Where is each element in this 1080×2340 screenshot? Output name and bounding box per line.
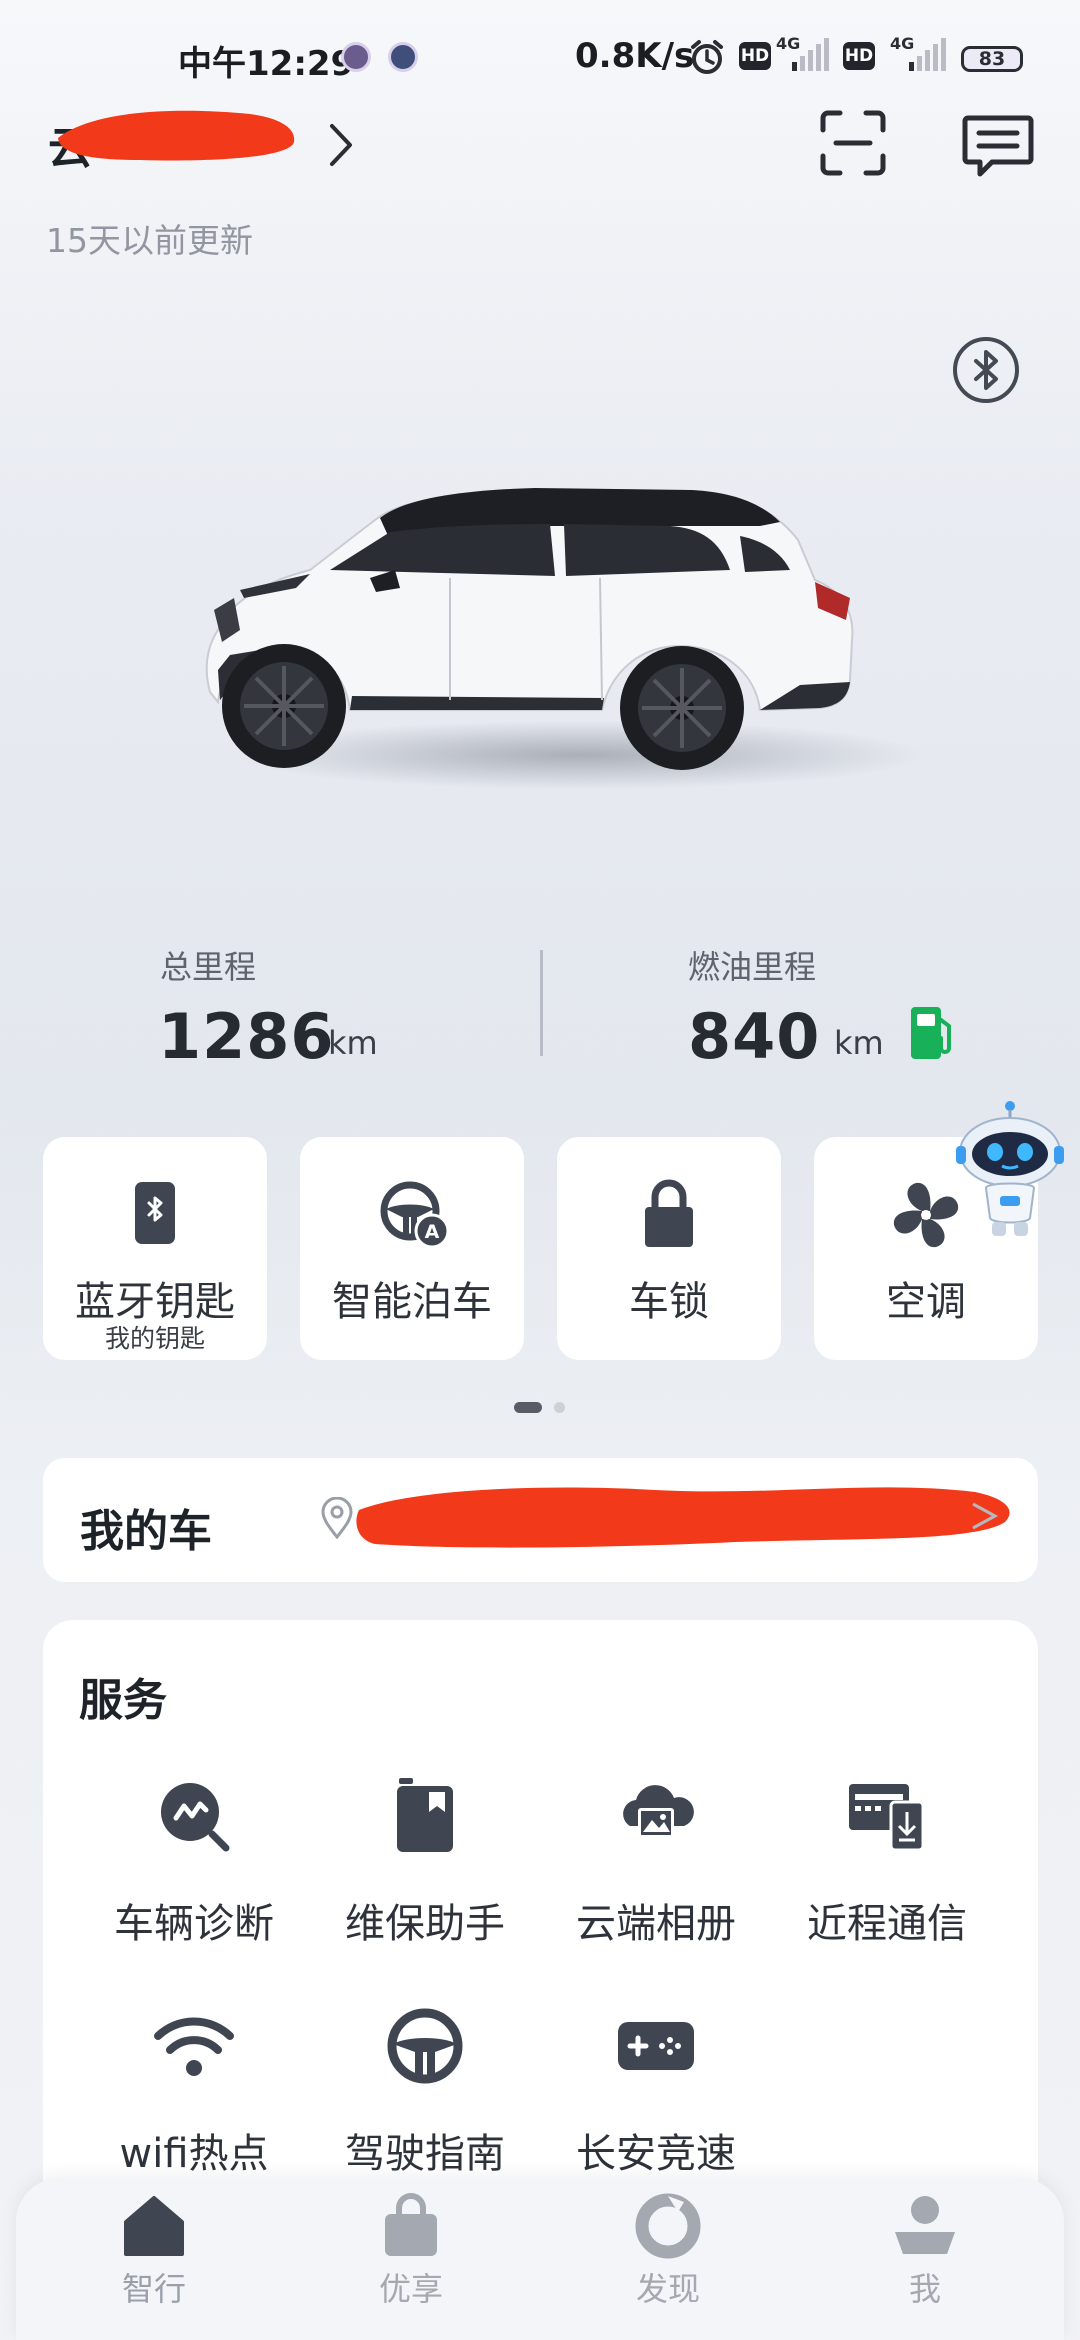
shopping-bag-icon bbox=[385, 2193, 437, 2256]
fuel-mileage-value: 840 bbox=[688, 1000, 821, 1073]
car-image bbox=[205, 488, 854, 770]
robot-assistant-icon[interactable] bbox=[950, 1100, 1070, 1240]
home-icon bbox=[124, 2196, 184, 2256]
diagnosis-icon bbox=[161, 1783, 230, 1852]
profile-icon bbox=[895, 2196, 955, 2254]
nav-label: 发现 bbox=[635, 2270, 700, 2308]
redaction-mark bbox=[356, 1487, 1010, 1548]
alarm-icon bbox=[691, 40, 723, 74]
service-label: 驾驶指南 bbox=[345, 2131, 505, 2177]
services-title: 服务 bbox=[79, 1675, 167, 1726]
quick-action-bluetooth-key[interactable]: 蓝牙钥匙 我的钥匙 bbox=[43, 1137, 267, 1360]
quick-action-label: 智能泊车 bbox=[332, 1279, 492, 1325]
nav-tab-discover[interactable]: 发现 bbox=[578, 2192, 758, 2322]
lock-icon bbox=[645, 1179, 693, 1247]
notification-app-icon bbox=[341, 42, 371, 72]
svg-text:A: A bbox=[425, 1221, 440, 1243]
bluetooth-button[interactable] bbox=[953, 337, 1019, 403]
hd-badge: HD bbox=[739, 42, 771, 70]
bluetooth-key-icon bbox=[135, 1182, 175, 1244]
scan-icon[interactable] bbox=[820, 110, 886, 176]
redaction-mark bbox=[58, 110, 295, 161]
gamepad-icon bbox=[618, 2022, 694, 2070]
location-pin-icon bbox=[321, 1497, 353, 1539]
quick-action-label: 车锁 bbox=[629, 1279, 709, 1325]
pager-dot bbox=[554, 1402, 565, 1413]
quick-action-auto-parking[interactable]: A 智能泊车 bbox=[300, 1137, 524, 1360]
my-car-title: 我的车 bbox=[80, 1506, 212, 1557]
nav-label: 我 bbox=[908, 2270, 941, 2308]
cloud-album-icon bbox=[623, 1785, 694, 1838]
signal-icon bbox=[909, 38, 946, 71]
stats-divider bbox=[540, 950, 543, 1056]
chevron-right-icon[interactable] bbox=[322, 120, 360, 170]
notification-app-icon bbox=[388, 42, 418, 72]
fuel-mileage-label: 燃油里程 bbox=[688, 948, 817, 986]
service-label: 近程通信 bbox=[807, 1901, 967, 1947]
service-label: 维保助手 bbox=[345, 1901, 505, 1947]
quick-action-lock[interactable]: 车锁 bbox=[557, 1137, 781, 1360]
discover-icon bbox=[635, 2193, 701, 2259]
signal-icon bbox=[792, 38, 829, 71]
service-label: 长安竞速 bbox=[576, 2131, 736, 2177]
nav-label: 智行 bbox=[121, 2270, 186, 2308]
total-mileage-unit: km bbox=[328, 1024, 378, 1062]
auto-parking-icon: A bbox=[380, 1181, 450, 1249]
total-mileage-value: 1286 bbox=[158, 1000, 335, 1073]
fuel-mileage-unit: km bbox=[834, 1024, 884, 1062]
hd-badge: HD bbox=[843, 42, 875, 70]
status-time: 中午12:29 bbox=[178, 44, 355, 84]
fuel-pump-icon bbox=[911, 1007, 951, 1059]
message-icon[interactable] bbox=[962, 114, 1034, 180]
maintenance-icon bbox=[397, 1778, 453, 1852]
service-label: 云端相册 bbox=[576, 1901, 736, 1947]
battery-indicator: 83 bbox=[961, 46, 1023, 72]
nav-tab-enjoy[interactable]: 优享 bbox=[321, 2192, 501, 2322]
quick-action-sublabel: 我的钥匙 bbox=[104, 1324, 205, 1353]
steering-wheel-icon bbox=[387, 2008, 463, 2084]
nav-label: 优享 bbox=[378, 2270, 443, 2308]
wifi-icon bbox=[154, 2017, 234, 2076]
nav-tab-smart-travel[interactable]: 智行 bbox=[64, 2192, 244, 2322]
network-speed: 0.8K/s bbox=[575, 36, 695, 76]
service-label: 车辆诊断 bbox=[114, 1901, 274, 1947]
total-mileage-label: 总里程 bbox=[160, 948, 257, 986]
quick-action-label: 空调 bbox=[886, 1279, 966, 1325]
bluetooth-icon bbox=[974, 350, 998, 390]
nav-tab-me[interactable]: 我 bbox=[835, 2192, 1015, 2322]
service-label: wifi热点 bbox=[119, 2131, 269, 2177]
near-communication-icon bbox=[849, 1784, 925, 1852]
update-time: 15天以前更新 bbox=[46, 221, 253, 260]
pager-dot-active bbox=[514, 1402, 542, 1413]
